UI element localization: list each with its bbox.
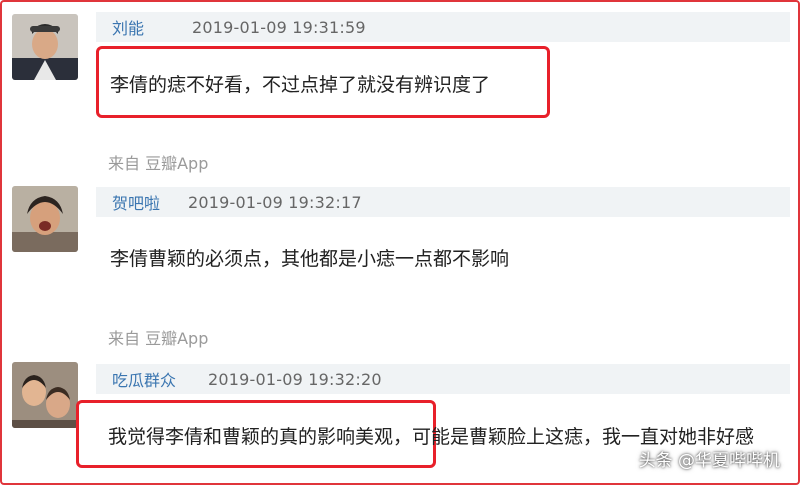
comment-source: 来自 豆瓣App [108, 150, 208, 174]
comment-text: 我觉得李倩和曹颖的真的影响美观，可能是曹颖脸上这痣，我一直对她非好感 [108, 426, 755, 448]
username-link[interactable]: 吃瓜群众 [96, 367, 192, 391]
avatar-chiguaqunzhong[interactable] [12, 362, 78, 428]
username-link[interactable]: 刘能 [96, 15, 192, 39]
source-app-link[interactable]: 豆瓣App [145, 154, 208, 173]
comment-text: 李倩的痣不好看，不过点掉了就没有辨识度了 [110, 74, 491, 96]
comment-meta-bar: 贺吧啦 2019-01-09 19:32:17 [96, 187, 790, 217]
comment-text: 李倩曹颖的必须点，其他都是小痣一点都不影响 [110, 248, 510, 270]
comment-timestamp: 2019-01-09 19:32:20 [208, 369, 382, 389]
comment-timestamp: 2019-01-09 19:32:17 [188, 192, 362, 212]
comment-source: 来自 豆瓣App [108, 325, 208, 349]
source-prefix: 来自 [108, 329, 141, 348]
source-app-link[interactable]: 豆瓣App [145, 329, 208, 348]
comment-timestamp: 2019-01-09 19:31:59 [192, 17, 366, 37]
source-prefix: 来自 [108, 154, 141, 173]
avatar-hebala[interactable] [12, 186, 78, 252]
comment-meta-bar: 刘能 2019-01-09 19:31:59 [96, 12, 790, 42]
watermark: 头条 @华夏哔哔机 [638, 451, 780, 471]
comment-meta-bar: 吃瓜群众 2019-01-09 19:32:20 [96, 364, 790, 394]
avatar-liuneng[interactable] [12, 14, 78, 80]
username-link[interactable]: 贺吧啦 [96, 190, 192, 214]
